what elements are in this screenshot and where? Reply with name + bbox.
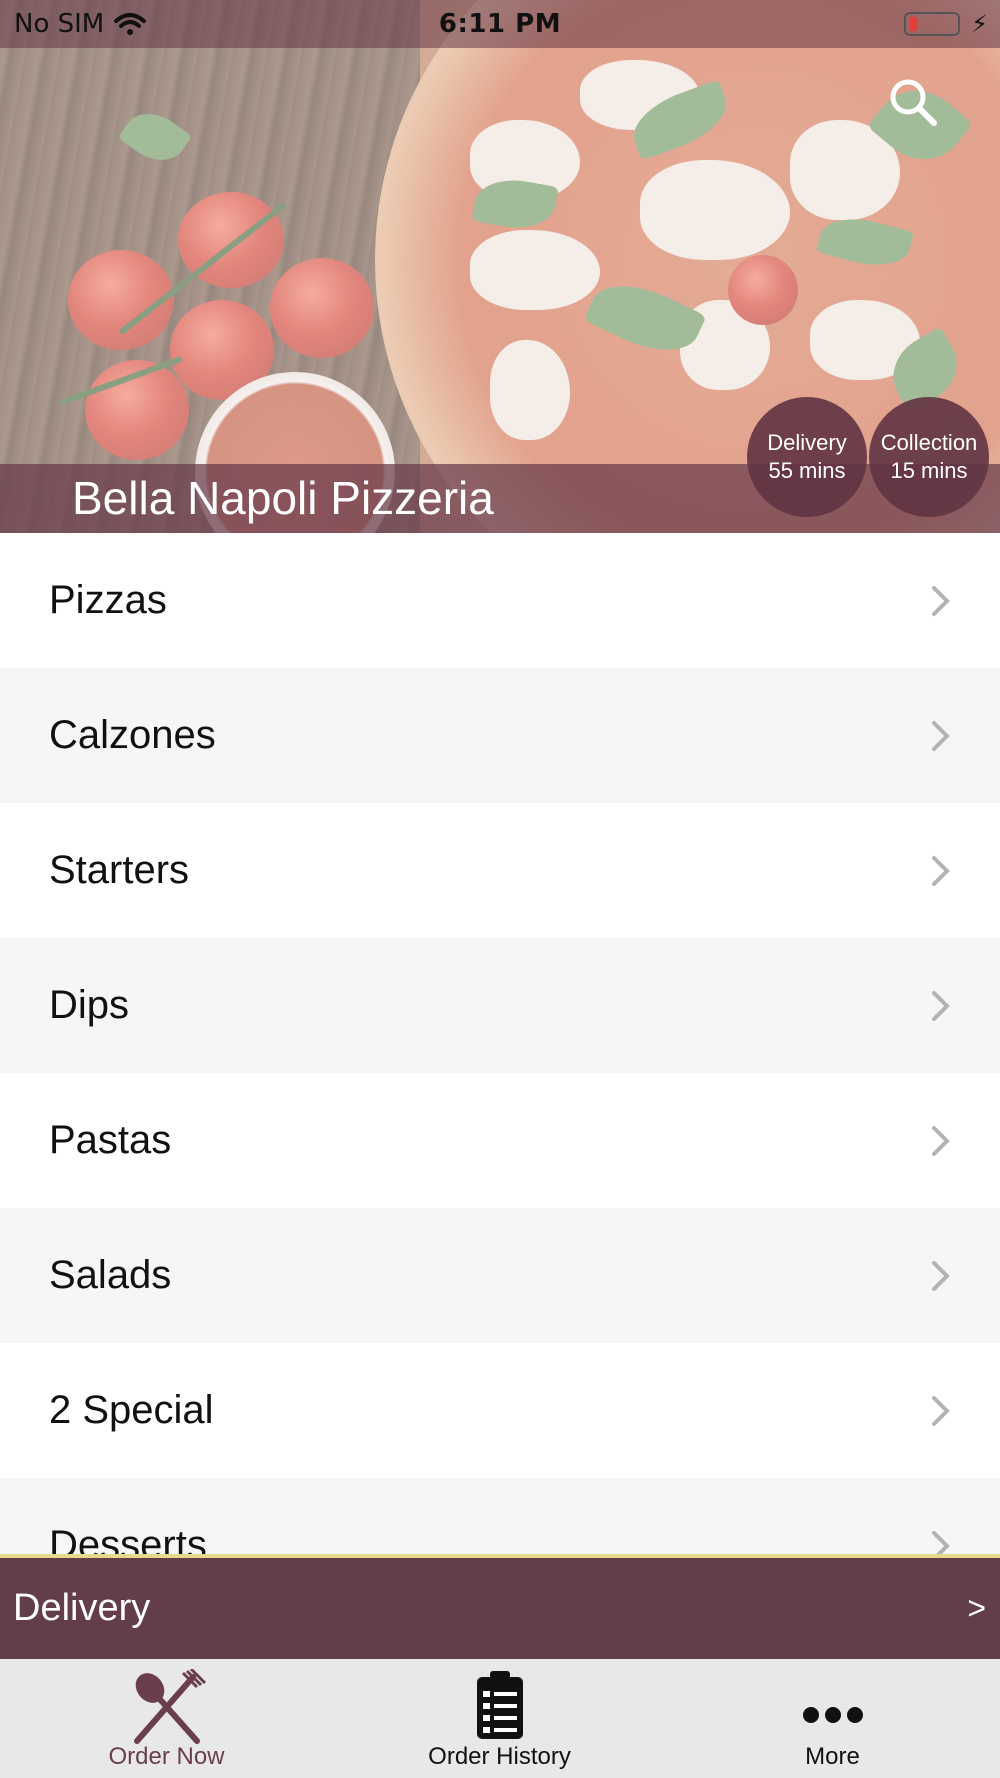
chevron-right-icon xyxy=(932,990,950,1021)
collection-time-badge: Collection 15 mins xyxy=(869,397,989,517)
chevron-right-icon xyxy=(932,720,950,751)
delivery-mode-bar[interactable]: Delivery > xyxy=(0,1558,1000,1659)
category-label: Calzones xyxy=(49,713,216,757)
tab-order-history[interactable]: Order History xyxy=(333,1659,666,1778)
chevron-right-icon xyxy=(932,1530,950,1557)
collection-badge-label: Collection xyxy=(880,430,978,455)
category-label: Pastas xyxy=(49,1118,172,1162)
chevron-right-icon xyxy=(932,1125,950,1156)
menu-category-row[interactable]: Desserts xyxy=(0,1478,1000,1557)
menu-category-list: Pizzas Calzones Starters Dips Pastas Sal… xyxy=(0,533,1000,1557)
tab-label: Order History xyxy=(428,1743,571,1770)
delivery-badge-time: 55 mins xyxy=(768,458,846,483)
chevron-right-icon xyxy=(932,1260,950,1291)
menu-category-row[interactable]: Pizzas xyxy=(0,533,1000,668)
restaurant-name: Bella Napoli Pizzeria xyxy=(72,472,494,524)
menu-category-row[interactable]: Salads xyxy=(0,1208,1000,1343)
chevron-right-icon xyxy=(932,1395,950,1426)
tab-label: Order Now xyxy=(108,1743,225,1770)
category-label: Pizzas xyxy=(49,578,167,622)
category-label: Salads xyxy=(49,1253,172,1297)
charging-bolt-icon: ⚡ xyxy=(971,10,988,38)
tab-order-now[interactable]: Order Now xyxy=(0,1659,333,1778)
fork-knife-icon xyxy=(133,1669,206,1744)
menu-category-row[interactable]: Calzones xyxy=(0,668,1000,803)
collection-badge-time: 15 mins xyxy=(890,458,968,483)
search-icon xyxy=(890,79,937,126)
category-label: Starters xyxy=(49,848,190,892)
menu-category-row[interactable]: 2 Special xyxy=(0,1343,1000,1478)
delivery-time-badge: Delivery 55 mins xyxy=(747,397,867,517)
delivery-badge-label: Delivery xyxy=(767,430,847,455)
delivery-arrow-icon: > xyxy=(967,1590,986,1626)
menu-category-row[interactable]: Starters xyxy=(0,803,1000,938)
chevron-right-icon xyxy=(932,585,950,616)
search-button[interactable] xyxy=(886,75,942,131)
battery-icon xyxy=(904,12,960,36)
tab-bar: Order Now Order History More xyxy=(0,1659,1000,1778)
status-bar: No SIM 6:11 PM ⚡ xyxy=(0,0,1000,48)
more-dots-icon xyxy=(802,1707,863,1723)
category-label: 2 Special xyxy=(49,1388,214,1432)
delivery-mode-label: Delivery xyxy=(13,1587,151,1629)
category-label: Desserts xyxy=(49,1523,207,1557)
tab-label: More xyxy=(805,1743,860,1770)
menu-category-row[interactable]: Pastas xyxy=(0,1073,1000,1208)
clipboard-list-icon xyxy=(476,1671,523,1739)
tab-more[interactable]: More xyxy=(666,1659,999,1778)
clock: 6:11 PM xyxy=(438,9,562,39)
chevron-right-icon xyxy=(932,855,950,886)
category-label: Dips xyxy=(49,983,130,1027)
menu-category-row[interactable]: Dips xyxy=(0,938,1000,1073)
